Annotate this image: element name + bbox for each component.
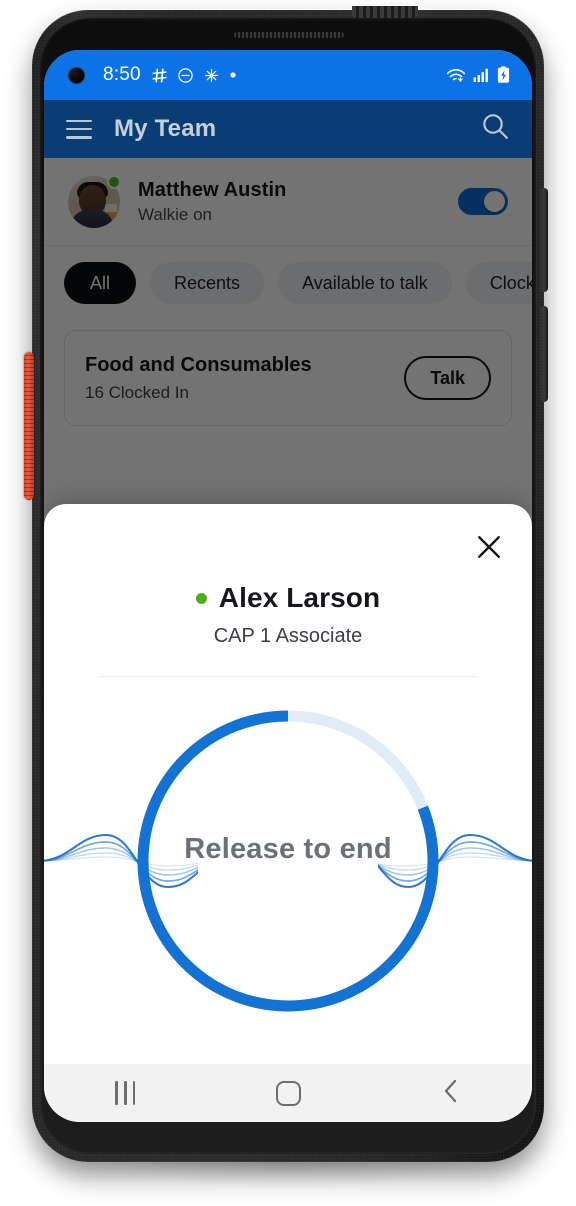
team-card[interactable]: Food and Consumables 16 Clocked In Talk [64, 330, 512, 426]
my-walkie-status: Walkie on [138, 204, 213, 224]
my-presence-text: Matthew Austin Walkie on [138, 179, 286, 225]
presence-dot-available [107, 174, 121, 189]
volume-hardware-button[interactable] [540, 188, 548, 292]
sparkle-icon [203, 67, 220, 84]
status-bar-clock: 8:50 [103, 64, 141, 85]
screenshot-root: 8:50 My Team Matthew Austin Walkie on Al… [0, 0, 576, 1206]
earpiece-grille-icon [234, 32, 344, 38]
presence-dot-available [195, 592, 207, 604]
walkie-toggle[interactable] [458, 188, 508, 215]
front-camera-icon [68, 66, 85, 84]
walkie-toggle-knob [484, 191, 505, 212]
avatar [68, 174, 121, 228]
home-button[interactable] [207, 1080, 370, 1106]
ptt-bottom-sheet: Alex Larson CAP 1 Associate Release to e… [44, 504, 532, 1122]
ptt-person-name-row: Alex Larson [44, 582, 532, 614]
close-icon[interactable] [472, 530, 506, 564]
recents-button[interactable] [44, 1081, 207, 1105]
my-name: Matthew Austin [138, 178, 287, 201]
sheet-divider [98, 676, 478, 677]
dot-icon [229, 71, 237, 79]
filter-chip-all[interactable]: All [64, 262, 137, 304]
back-button[interactable] [369, 1078, 532, 1109]
ptt-hardware-button[interactable] [24, 352, 34, 500]
filter-chip-row[interactable]: All Recents Available to talk Clocked in [44, 246, 532, 318]
cellular-signal-icon [473, 67, 490, 83]
do-not-disturb-icon [177, 67, 194, 84]
ptt-person-header: Alex Larson CAP 1 Associate [44, 504, 532, 648]
app-content: Matthew Austin Walkie on All Recents Ava… [44, 158, 532, 1122]
ptt-control[interactable]: Release to end [44, 685, 532, 1037]
hamburger-menu-icon[interactable] [66, 119, 92, 139]
ptt-label: Release to end [184, 833, 392, 865]
team-card-title: Food and Consumables [85, 353, 312, 376]
android-navigation-bar [44, 1064, 532, 1122]
phone-top-antenna-nub [352, 6, 418, 18]
ptt-person-role: CAP 1 Associate [213, 625, 363, 647]
back-chevron-icon [441, 1078, 461, 1109]
phone-screen: 8:50 My Team Matthew Austin Walkie on Al… [44, 50, 532, 1122]
search-icon[interactable] [481, 112, 510, 146]
recents-icon [115, 1081, 136, 1105]
team-card-texts: Food and Consumables 16 Clocked In [85, 354, 312, 403]
app-bar: My Team [44, 100, 532, 158]
wifi-icon [446, 67, 466, 84]
team-list: Food and Consumables 16 Clocked In Talk [44, 318, 532, 426]
filter-chip-available-to-talk[interactable]: Available to talk [278, 262, 452, 304]
my-presence-row[interactable]: Matthew Austin Walkie on [44, 158, 532, 246]
battery-charging-icon [497, 66, 510, 84]
status-bar-system-icons [446, 66, 510, 84]
team-card-subtitle: 16 Clocked In [85, 382, 189, 402]
status-bar-notification-icons [151, 67, 237, 84]
power-hardware-button[interactable] [540, 306, 548, 402]
home-icon [275, 1080, 301, 1106]
talk-button[interactable]: Talk [404, 356, 491, 400]
slack-icon [151, 67, 168, 84]
ptt-person-name: Alex Larson [218, 582, 381, 613]
filter-chip-clocked-in[interactable]: Clocked in [465, 262, 532, 304]
page-title: My Team [114, 115, 217, 142]
status-bar: 8:50 [44, 50, 532, 100]
filter-chip-recents[interactable]: Recents [150, 262, 265, 304]
